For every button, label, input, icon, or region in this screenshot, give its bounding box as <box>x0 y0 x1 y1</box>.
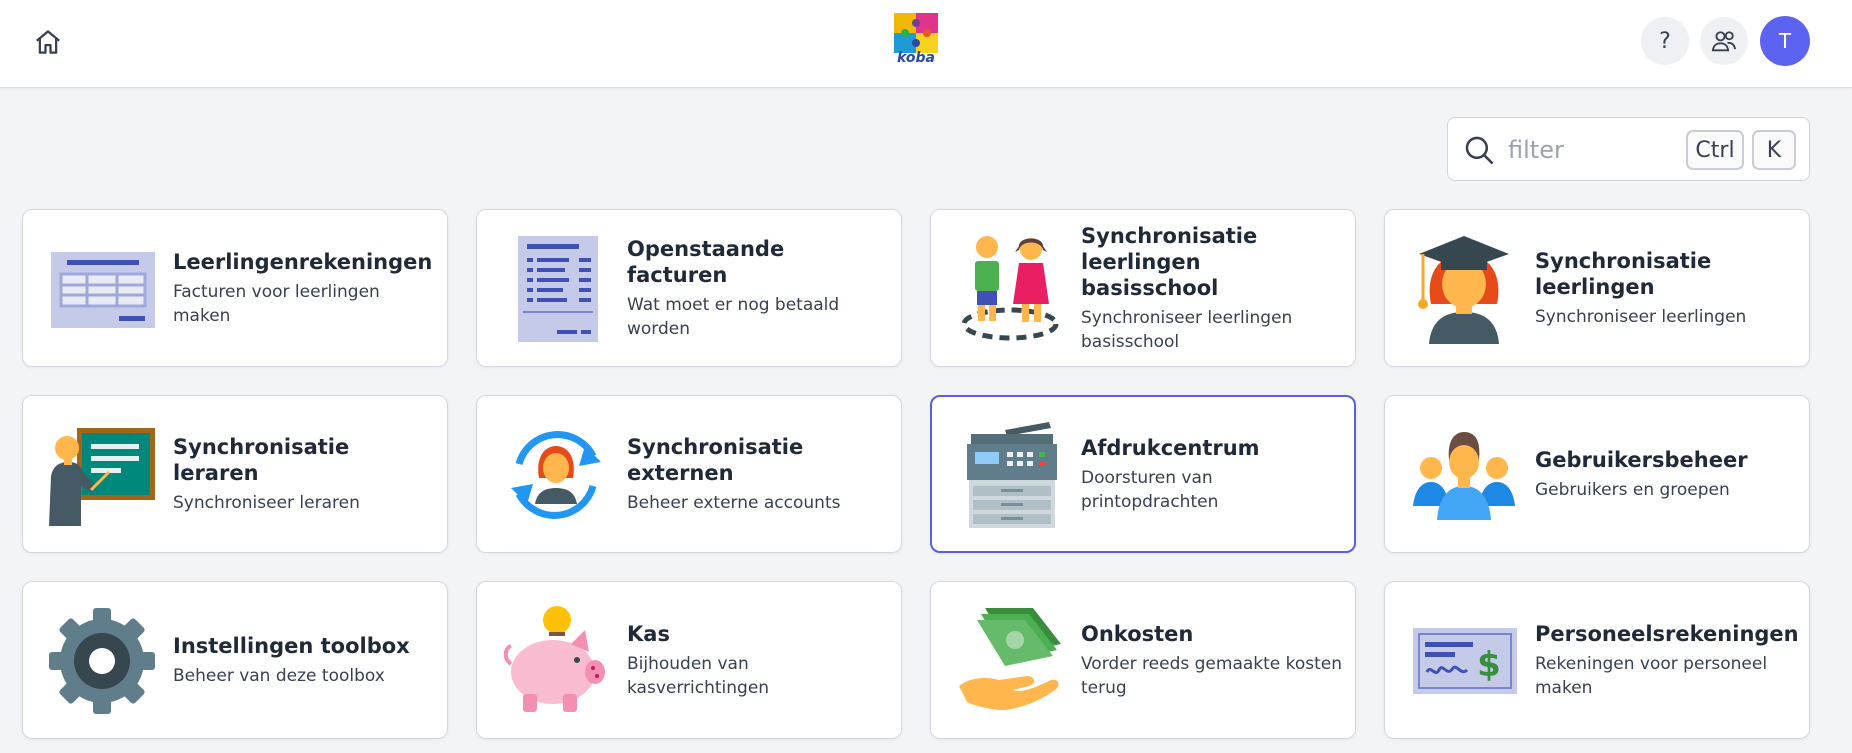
tile-sync-leraren[interactable]: Synchronisatie leraren Synchroniseer ler… <box>22 395 448 553</box>
tile-title: Synchronisatie leraren <box>173 434 350 485</box>
tile-gebruikersbeheer[interactable]: Gebruikersbeheer Gebruikers en groepen <box>1384 395 1810 553</box>
tile-description: Vorder reeds gemaakte kosten terug <box>1081 653 1343 698</box>
tile-description: Doorsturen van printopdrachten <box>1081 467 1219 512</box>
tile-leerlingenrekeningen[interactable]: Leerlingenrekeningen Facturen voor leerl… <box>22 209 448 367</box>
tile-description: Facturen voor leerlingen maken <box>173 281 380 326</box>
tile-title: Leerlingenrekeningen <box>173 249 433 274</box>
tile-title: Instellingen toolbox <box>173 633 410 658</box>
help-icon: ? <box>1659 28 1671 54</box>
gear-icon <box>49 608 155 714</box>
printer-icon <box>967 422 1057 528</box>
tile-title: Afdrukcentrum <box>1081 435 1260 460</box>
filter-box: Ctrl K <box>1447 117 1810 181</box>
tile-onkosten[interactable]: Onkosten Vorder reeds gemaakte kosten te… <box>930 581 1356 739</box>
avatar-initial: T <box>1778 29 1792 53</box>
tile-description: Rekeningen voor personeel maken <box>1535 653 1768 698</box>
tile-title: Onkosten <box>1081 621 1194 646</box>
teacher-icon <box>49 428 155 526</box>
tile-description: Wat moet er nog betaald worden <box>627 294 840 339</box>
search-icon <box>1465 136 1494 165</box>
user-avatar[interactable]: T <box>1760 16 1810 66</box>
shortcut-ctrl-key: Ctrl <box>1686 130 1744 170</box>
tile-title: Kas <box>627 621 670 646</box>
tile-kas[interactable]: Kas Bijhouden van kasverrichtingen <box>476 581 902 739</box>
tile-instellingen-toolbox[interactable]: Instellingen toolbox Beheer van deze too… <box>22 581 448 739</box>
tile-description: Beheer externe accounts <box>627 492 841 513</box>
tile-description: Beheer van deze toolbox <box>173 665 385 686</box>
tile-title: Synchronisatie leerlingen basisschool <box>1081 223 1258 300</box>
users-icon <box>1711 31 1737 52</box>
shortcut-k-key: K <box>1752 130 1796 170</box>
tile-description: Synchroniseer leraren <box>173 492 360 513</box>
home-button[interactable] <box>28 22 68 62</box>
accounts-button[interactable] <box>1700 17 1748 65</box>
logo-text: koba <box>897 50 935 66</box>
children-icon <box>961 236 1059 341</box>
tile-title: Synchronisatie leerlingen <box>1535 248 1712 299</box>
tile-openstaande-facturen[interactable]: Openstaande facturen Wat moet er nog bet… <box>476 209 902 367</box>
tile-title: Personeelsrekeningen <box>1535 621 1799 646</box>
tile-afdrukcentrum[interactable]: Afdrukcentrum Doorsturen van printopdrac… <box>930 395 1356 553</box>
cheque-icon: $ <box>1413 628 1517 694</box>
tile-title: Openstaande facturen <box>627 236 785 287</box>
tile-description: Synchroniseer leerlingen <box>1535 306 1747 327</box>
help-button[interactable]: ? <box>1641 17 1689 65</box>
tile-title: Gebruikersbeheer <box>1535 447 1748 472</box>
tile-title: Synchronisatie externen <box>627 434 804 485</box>
svg-text:$: $ <box>1477 645 1501 685</box>
user-group-icon <box>1413 432 1515 520</box>
tile-sync-leerlingen-basisschool[interactable]: Synchronisatie leerlingen basisschool Sy… <box>930 209 1356 367</box>
invoice-icon <box>518 236 598 342</box>
tile-sync-leerlingen[interactable]: Synchronisatie leerlingen Synchroniseer … <box>1384 209 1810 367</box>
tile-description: Synchroniseer leerlingen basisschool <box>1081 307 1293 352</box>
tile-sync-externen[interactable]: Synchronisatie externen Beheer externe a… <box>476 395 902 553</box>
top-bar: koba ? T <box>0 0 1852 88</box>
tile-description: Gebruikers en groepen <box>1535 479 1730 500</box>
home-icon <box>36 30 60 54</box>
tile-description: Bijhouden van kasverrichtingen <box>627 653 770 698</box>
sync-user-icon <box>511 431 601 519</box>
graduate-icon <box>1418 236 1509 344</box>
spreadsheet-icon <box>51 252 155 328</box>
piggy-bank-icon <box>503 606 605 712</box>
tile-personeelsrekeningen[interactable]: $ Personeelsrekeningen Rekeningen voor p… <box>1384 581 1810 739</box>
money-hand-icon <box>959 608 1061 710</box>
